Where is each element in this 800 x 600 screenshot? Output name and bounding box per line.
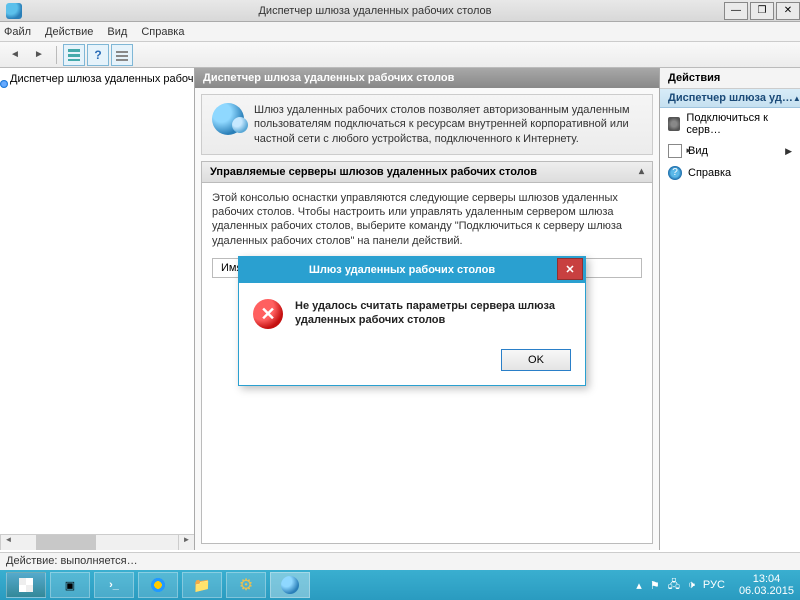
- tray-network-icon[interactable]: [668, 576, 680, 595]
- tray-clock[interactable]: 13:04 06.03.2015: [739, 573, 794, 597]
- scroll-right-button[interactable]: ►: [178, 535, 194, 550]
- action-view[interactable]: Вид ▶: [660, 140, 800, 162]
- start-button[interactable]: [6, 572, 46, 598]
- minimize-button[interactable]: —: [724, 2, 748, 20]
- menu-action[interactable]: Действие: [45, 26, 93, 38]
- taskbar-ie[interactable]: [138, 572, 178, 598]
- menubar: Файл Действие Вид Справка: [0, 22, 800, 42]
- chevron-right-icon: ▶: [785, 146, 792, 157]
- app-icon: [6, 3, 22, 19]
- view-panes-button[interactable]: [63, 44, 85, 66]
- action-connect-label: Подключиться к серв…: [686, 112, 792, 136]
- tray-sound-icon[interactable]: [688, 579, 695, 592]
- scroll-thumb[interactable]: [36, 535, 96, 550]
- menu-view[interactable]: Вид: [107, 26, 127, 38]
- taskbar-explorer[interactable]: [182, 572, 222, 598]
- rdgateway-icon: [281, 576, 299, 594]
- menu-help[interactable]: Справка: [141, 26, 184, 38]
- description-text: Шлюз удаленных рабочих столов позволяет …: [254, 103, 642, 146]
- center-header: Диспетчер шлюза удаленных рабочих столов: [195, 68, 659, 88]
- window-titlebar: Диспетчер шлюза удаленных рабочих столов…: [0, 0, 800, 22]
- list-icon: [116, 49, 128, 61]
- collapse-triangle-icon: ▲: [793, 94, 800, 103]
- help-button[interactable]: [87, 44, 109, 66]
- actions-title: Действия: [660, 68, 800, 89]
- view-list-button[interactable]: [111, 44, 133, 66]
- toolbar-separator: [56, 46, 57, 64]
- dialog-ok-button[interactable]: OK: [501, 349, 571, 371]
- toolbar: [0, 42, 800, 68]
- tree-root-item[interactable]: Диспетчер шлюза удаленных рабочих сто…: [6, 72, 188, 86]
- status-text: Действие: выполняется…: [6, 555, 138, 567]
- connect-icon: [668, 117, 680, 131]
- tray-language[interactable]: РУС: [703, 579, 725, 591]
- taskbar-server-manager[interactable]: ▣: [50, 572, 90, 598]
- error-dialog: Шлюз удаленных рабочих столов ✕ ✕ Не уда…: [238, 256, 586, 386]
- menu-file[interactable]: Файл: [4, 26, 31, 38]
- dialog-close-button[interactable]: ✕: [557, 258, 583, 280]
- taskbar-powershell[interactable]: [94, 572, 134, 598]
- dialog-titlebar[interactable]: Шлюз удаленных рабочих столов ✕: [239, 257, 585, 283]
- gateway-large-icon: [212, 103, 244, 135]
- server-manager-icon: ▣: [65, 579, 75, 592]
- panes-icon: [68, 49, 80, 61]
- taskbar: ▣ ▴ РУС 13:04 06.03.2015: [0, 570, 800, 600]
- managed-servers-desc: Этой консолью оснастки управляются следу…: [212, 191, 642, 248]
- taskbar-settings[interactable]: [226, 572, 266, 598]
- taskbar-rdgateway[interactable]: [270, 572, 310, 598]
- scroll-left-button[interactable]: ◄: [0, 535, 16, 550]
- description-box: Шлюз удаленных рабочих столов позволяет …: [201, 94, 653, 155]
- actions-group-header[interactable]: Диспетчер шлюза уд… ▲: [660, 89, 800, 108]
- dialog-title: Шлюз удаленных рабочих столов: [247, 264, 557, 276]
- tray-time: 13:04: [739, 573, 794, 585]
- action-help[interactable]: ? Справка: [660, 162, 800, 184]
- help-icon: ?: [668, 166, 682, 180]
- managed-servers-header[interactable]: Управляемые серверы шлюзов удаленных раб…: [201, 161, 653, 183]
- dialog-message: Не удалось считать параметры сервера шлю…: [295, 299, 571, 329]
- tree-panel: Диспетчер шлюза удаленных рабочих сто… ◄…: [0, 68, 195, 550]
- collapse-icon[interactable]: ▴: [639, 166, 644, 177]
- action-help-label: Справка: [688, 167, 731, 179]
- nav-back-button[interactable]: [4, 44, 26, 66]
- tray-date: 06.03.2015: [739, 585, 794, 597]
- statusbar: Действие: выполняется…: [0, 552, 800, 570]
- actions-panel: Действия Диспетчер шлюза уд… ▲ Подключит…: [660, 68, 800, 550]
- nav-forward-button[interactable]: [28, 44, 50, 66]
- window-title: Диспетчер шлюза удаленных рабочих столов: [28, 5, 722, 17]
- tray-action-center-icon[interactable]: [650, 579, 660, 592]
- maximize-button[interactable]: ❐: [750, 2, 774, 20]
- error-icon: ✕: [253, 299, 283, 329]
- ie-icon: [149, 576, 167, 594]
- managed-servers-title: Управляемые серверы шлюзов удаленных раб…: [210, 166, 537, 178]
- tree-root-label: Диспетчер шлюза удаленных рабочих сто…: [10, 73, 194, 85]
- actions-group-label: Диспетчер шлюза уд…: [668, 92, 793, 104]
- view-icon: [668, 144, 682, 158]
- tray-chevron-icon[interactable]: ▴: [636, 579, 642, 592]
- system-tray: ▴ РУС 13:04 06.03.2015: [636, 573, 794, 597]
- close-button[interactable]: ✕: [776, 2, 800, 20]
- tree-scrollbar[interactable]: ◄ ►: [0, 534, 194, 550]
- action-connect[interactable]: Подключиться к серв…: [660, 108, 800, 140]
